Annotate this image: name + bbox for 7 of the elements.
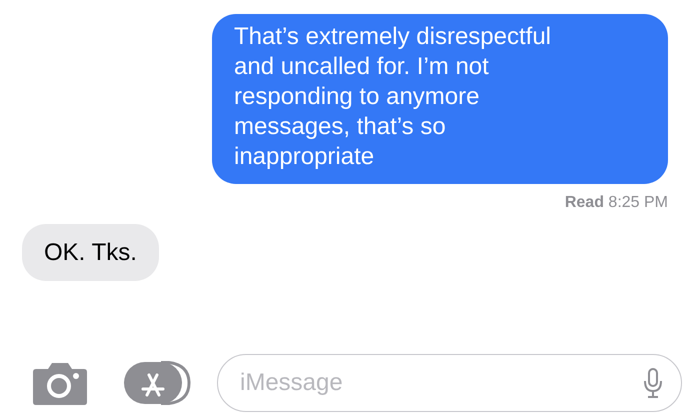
read-receipt: Read 8:25 PM	[564, 194, 668, 212]
message-input-field[interactable]: iMessage	[217, 354, 682, 412]
received-message-bubble: OK. Tks.	[22, 224, 159, 281]
sent-message-bubble: That’s extremely disrespectful and uncalled for. I’m not responding to anymore messages, that’s so inappropriate	[212, 14, 668, 184]
microphone-icon[interactable]	[644, 368, 662, 398]
app-store-icon[interactable]	[123, 361, 191, 405]
camera-icon[interactable]	[32, 361, 88, 405]
